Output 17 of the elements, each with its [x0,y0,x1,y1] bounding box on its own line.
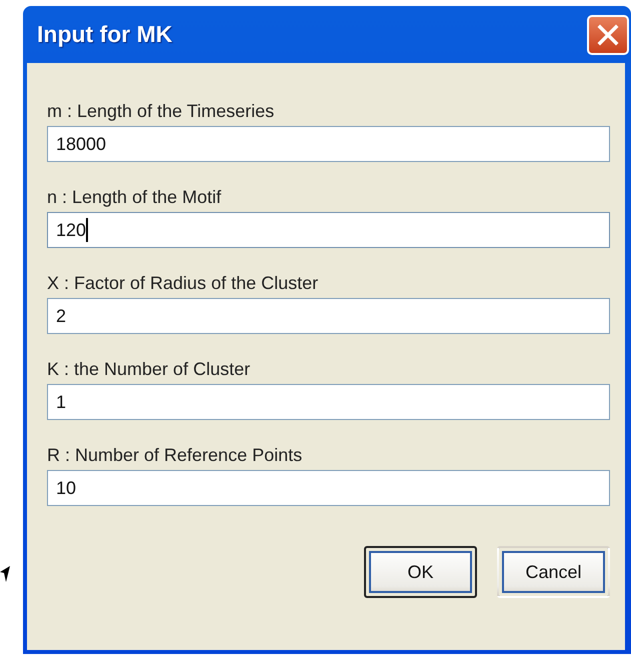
field-label: n : Length of the Motif [47,187,222,207]
field-label: K : the Number of Cluster [47,359,252,379]
field-label: m : Length of the Timeseries [47,101,276,121]
dialog-button[interactable]: OK [364,546,477,598]
input-field[interactable]: 1 [47,384,610,420]
close-icon [597,24,619,46]
input-field[interactable]: 10 [47,470,610,506]
pointer-icon [0,566,10,582]
field-label: R : Number of Reference Points [47,445,304,465]
input-field[interactable]: 18000 [47,126,610,162]
close-button[interactable] [587,14,629,54]
input-field[interactable]: 2 [47,298,610,334]
field-label: X : Factor of Radius of the Cluster [47,273,320,293]
dialog-button[interactable]: Cancel [497,546,610,598]
input-field[interactable]: 120 [47,212,610,248]
text-caret [86,218,88,242]
window-title: Input for MK [37,21,172,48]
